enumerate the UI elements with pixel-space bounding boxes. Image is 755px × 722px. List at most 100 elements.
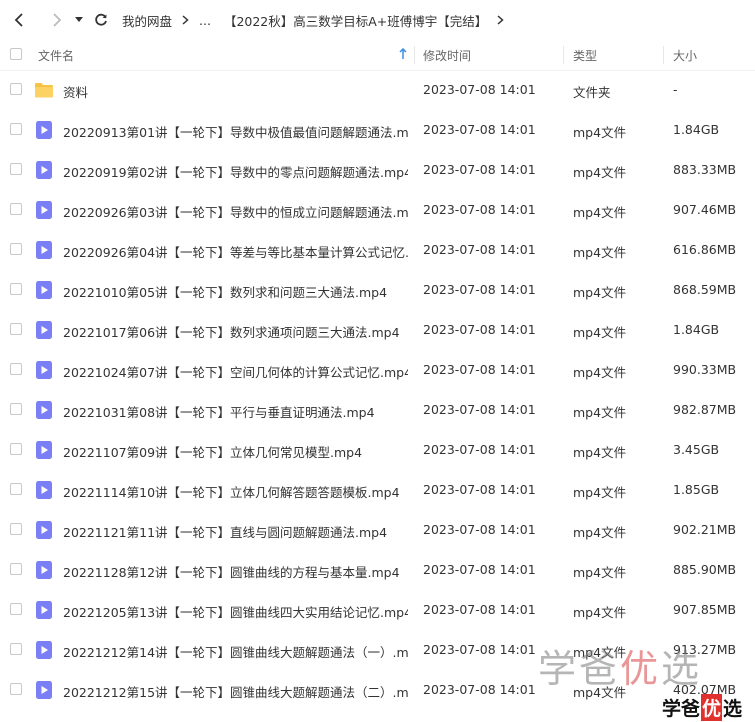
row-checkbox[interactable] bbox=[10, 563, 24, 577]
row-checkbox[interactable] bbox=[10, 603, 24, 617]
column-header-size[interactable]: 大小 bbox=[673, 47, 697, 64]
file-name[interactable]: 20221128第12讲【一轮下】圆锥曲线的方程与基本量.mp4 bbox=[63, 562, 408, 581]
file-row[interactable]: 20221205第13讲【一轮下】圆锥曲线四大实用结论记忆.mp4 2023-0… bbox=[0, 590, 755, 630]
file-row[interactable]: 20220919第02讲【一轮下】导数中的零点问题解题通法.mp4 2023-0… bbox=[0, 150, 755, 190]
watermark: 学爸优选 bbox=[538, 638, 702, 693]
file-size: 616.86MB bbox=[673, 242, 737, 257]
column-divider[interactable] bbox=[414, 46, 415, 64]
file-type: mp4文件 bbox=[573, 565, 627, 580]
row-checkbox[interactable] bbox=[10, 403, 24, 417]
file-type: mp4文件 bbox=[573, 125, 627, 140]
file-row[interactable]: 20221107第09讲【一轮下】立体几何常见模型.mp4 2023-07-08… bbox=[0, 430, 755, 470]
row-checkbox[interactable] bbox=[10, 243, 24, 257]
row-checkbox[interactable] bbox=[10, 83, 24, 97]
file-type: mp4文件 bbox=[573, 285, 627, 300]
file-modified: 2023-07-08 14:01 bbox=[423, 482, 536, 497]
file-modified: 2023-07-08 14:01 bbox=[423, 442, 536, 457]
file-size: 883.33MB bbox=[673, 162, 737, 177]
file-name[interactable]: 20221010第05讲【一轮下】数列求和问题三大通法.mp4 bbox=[63, 282, 408, 301]
file-name[interactable]: 20221212第15讲【一轮下】圆锥曲线大题解题通法（二）.mp4 bbox=[63, 682, 408, 701]
select-all-checkbox[interactable] bbox=[10, 48, 24, 62]
file-name[interactable]: 20221024第07讲【一轮下】空间几何体的计算公式记忆.mp4 bbox=[63, 362, 408, 381]
row-checkbox[interactable] bbox=[10, 523, 24, 537]
row-checkbox[interactable] bbox=[10, 283, 24, 297]
file-modified: 2023-07-08 14:01 bbox=[423, 82, 536, 97]
row-checkbox[interactable] bbox=[10, 323, 24, 337]
file-modified: 2023-07-08 14:01 bbox=[423, 402, 536, 417]
file-type: mp4文件 bbox=[573, 485, 627, 500]
video-file-icon bbox=[36, 401, 52, 419]
file-type: mp4文件 bbox=[573, 205, 627, 220]
refresh-button[interactable] bbox=[90, 9, 112, 31]
column-divider[interactable] bbox=[663, 46, 664, 64]
file-row[interactable]: 20221010第05讲【一轮下】数列求和问题三大通法.mp4 2023-07-… bbox=[0, 270, 755, 310]
watermark-logo: 学爸优选 bbox=[662, 694, 742, 721]
row-checkbox[interactable] bbox=[10, 203, 24, 217]
file-modified: 2023-07-08 14:01 bbox=[423, 322, 536, 337]
file-list-header: 文件名 修改时间 类型 大小 bbox=[0, 40, 755, 71]
breadcrumb-root[interactable]: 我的网盘 bbox=[122, 11, 172, 30]
file-size: 3.45GB bbox=[673, 442, 720, 457]
file-modified: 2023-07-08 14:01 bbox=[423, 282, 536, 297]
breadcrumb-separator bbox=[497, 15, 504, 25]
row-checkbox[interactable] bbox=[10, 643, 24, 657]
video-file-icon bbox=[36, 521, 52, 539]
file-row[interactable]: 20221017第06讲【一轮下】数列求通项问题三大通法.mp4 2023-07… bbox=[0, 310, 755, 350]
file-modified: 2023-07-08 14:01 bbox=[423, 602, 536, 617]
file-name[interactable]: 20220919第02讲【一轮下】导数中的零点问题解题通法.mp4 bbox=[63, 162, 408, 181]
back-button[interactable] bbox=[8, 9, 30, 31]
file-size: 902.21MB bbox=[673, 522, 737, 537]
file-type: mp4文件 bbox=[573, 605, 627, 620]
file-modified: 2023-07-08 14:01 bbox=[423, 522, 536, 537]
file-name[interactable]: 20221017第06讲【一轮下】数列求通项问题三大通法.mp4 bbox=[63, 322, 408, 341]
file-row[interactable]: 20221121第11讲【一轮下】直线与圆问题解题通法.mp4 2023-07-… bbox=[0, 510, 755, 550]
row-checkbox[interactable] bbox=[10, 683, 24, 697]
file-row[interactable]: 20221024第07讲【一轮下】空间几何体的计算公式记忆.mp4 2023-0… bbox=[0, 350, 755, 390]
row-checkbox[interactable] bbox=[10, 123, 24, 137]
file-row[interactable]: 20220926第03讲【一轮下】导数中的恒成立问题解题通法.mp4 2023-… bbox=[0, 190, 755, 230]
history-dropdown[interactable] bbox=[72, 9, 86, 31]
column-divider[interactable] bbox=[563, 46, 564, 64]
file-type: mp4文件 bbox=[573, 245, 627, 260]
file-name[interactable]: 20221205第13讲【一轮下】圆锥曲线四大实用结论记忆.mp4 bbox=[63, 602, 408, 621]
file-type: mp4文件 bbox=[573, 165, 627, 180]
file-name[interactable]: 20220926第03讲【一轮下】导数中的恒成立问题解题通法.mp4 bbox=[63, 202, 408, 221]
file-type: mp4文件 bbox=[573, 405, 627, 420]
file-name[interactable]: 20220913第01讲【一轮下】导数中极值最值问题解题通法.mp4 bbox=[63, 122, 408, 141]
watermark-text: 选 bbox=[661, 647, 703, 691]
file-name[interactable]: 20221121第11讲【一轮下】直线与圆问题解题通法.mp4 bbox=[63, 522, 408, 541]
column-header-name[interactable]: 文件名 bbox=[38, 47, 74, 64]
video-file-icon bbox=[36, 201, 52, 219]
file-name[interactable]: 20221212第14讲【一轮下】圆锥曲线大题解题通法（一）.mp4 bbox=[63, 642, 408, 661]
folder-icon bbox=[35, 83, 53, 98]
file-name[interactable]: 20221114第10讲【一轮下】立体几何解答题答题模板.mp4 bbox=[63, 482, 408, 501]
file-name[interactable]: 20221031第08讲【一轮下】平行与垂直证明通法.mp4 bbox=[63, 402, 408, 421]
row-checkbox[interactable] bbox=[10, 363, 24, 377]
forward-button[interactable] bbox=[46, 9, 68, 31]
file-modified: 2023-07-08 14:01 bbox=[423, 682, 536, 697]
sort-ascending-icon[interactable] bbox=[399, 47, 407, 63]
row-checkbox[interactable] bbox=[10, 483, 24, 497]
breadcrumb-ellipsis[interactable]: ... bbox=[199, 13, 211, 28]
video-file-icon bbox=[36, 161, 52, 179]
file-row[interactable]: 20221114第10讲【一轮下】立体几何解答题答题模板.mp4 2023-07… bbox=[0, 470, 755, 510]
file-row[interactable]: 20221031第08讲【一轮下】平行与垂直证明通法.mp4 2023-07-0… bbox=[0, 390, 755, 430]
column-header-type[interactable]: 类型 bbox=[573, 47, 597, 64]
video-file-icon bbox=[36, 121, 52, 139]
file-name[interactable]: 资料 bbox=[63, 82, 408, 101]
file-size: - bbox=[673, 82, 678, 97]
file-name[interactable]: 20220926第04讲【一轮下】等差与等比基本量计算公式记忆.... bbox=[63, 242, 408, 261]
file-row[interactable]: 20220926第04讲【一轮下】等差与等比基本量计算公式记忆.... 2023… bbox=[0, 230, 755, 270]
video-file-icon bbox=[36, 681, 52, 699]
column-header-modified[interactable]: 修改时间 bbox=[423, 47, 471, 64]
file-row[interactable]: 资料 2023-07-08 14:01 文件夹 - bbox=[0, 70, 755, 110]
row-checkbox[interactable] bbox=[10, 443, 24, 457]
watermark-text: 学爸 bbox=[538, 647, 621, 691]
file-row[interactable]: 20221128第12讲【一轮下】圆锥曲线的方程与基本量.mp4 2023-07… bbox=[0, 550, 755, 590]
watermark-text: 优 bbox=[620, 647, 662, 691]
file-row[interactable]: 20220913第01讲【一轮下】导数中极值最值问题解题通法.mp4 2023-… bbox=[0, 110, 755, 150]
row-checkbox[interactable] bbox=[10, 163, 24, 177]
file-name[interactable]: 20221107第09讲【一轮下】立体几何常见模型.mp4 bbox=[63, 442, 408, 461]
breadcrumb-current[interactable]: 【2022秋】高三数学目标A+班傅博宇【完结】 bbox=[224, 11, 487, 30]
file-type: mp4文件 bbox=[573, 445, 627, 460]
